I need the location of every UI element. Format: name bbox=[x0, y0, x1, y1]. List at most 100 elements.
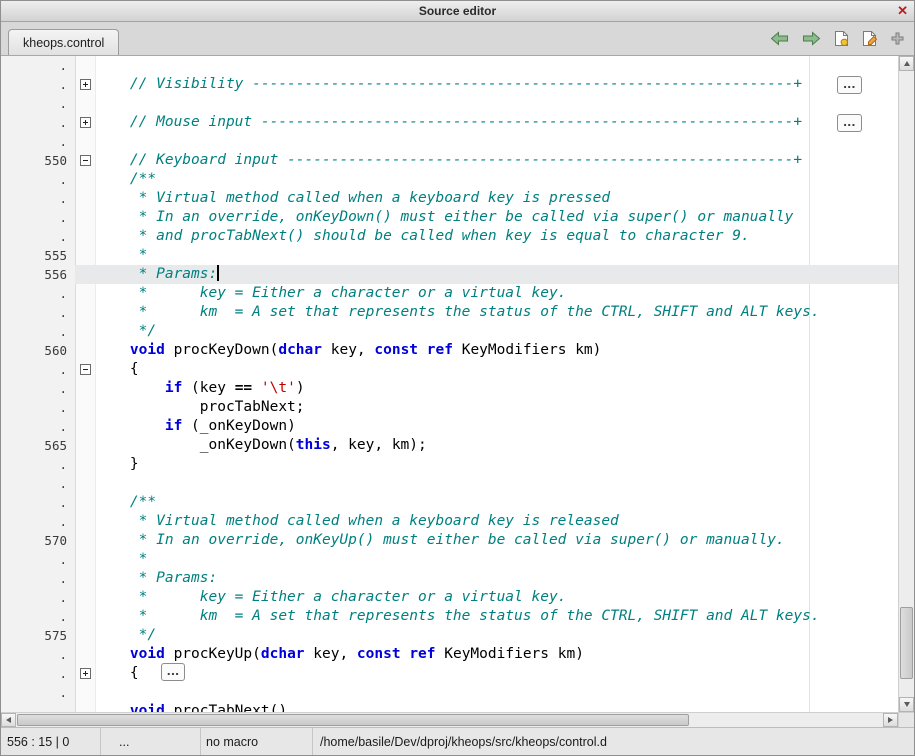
horizontal-scroll-thumb[interactable] bbox=[17, 714, 689, 726]
line-number: . bbox=[1, 284, 75, 303]
fold-ellipsis-badge[interactable]: ... bbox=[161, 663, 186, 681]
status-bar: 556 : 15 | 0 ... no macro /home/basile/D… bbox=[1, 727, 914, 755]
code-line[interactable]: 575 */ bbox=[1, 626, 898, 645]
code-line[interactable]: . * Virtual method called when a keyboar… bbox=[1, 512, 898, 531]
fold-ellipsis-badge[interactable]: ... bbox=[837, 114, 862, 132]
code-line[interactable]: . if (_onKeyDown) bbox=[1, 417, 898, 436]
code-text: if (key == '\t') bbox=[95, 379, 898, 398]
fold-gutter-cell bbox=[75, 151, 95, 170]
save-document-button[interactable] bbox=[834, 30, 849, 47]
code-line[interactable]: . bbox=[1, 683, 898, 702]
fold-gutter-cell bbox=[75, 436, 95, 455]
code-text: // Mouse input -------------------------… bbox=[95, 113, 898, 132]
code-line[interactable]: . bbox=[1, 56, 898, 75]
code-line[interactable]: . void procTabNext() bbox=[1, 702, 898, 712]
fold-icon[interactable] bbox=[80, 668, 91, 679]
line-number: . bbox=[1, 398, 75, 417]
code-line[interactable]: . bbox=[1, 132, 898, 151]
detach-button[interactable] bbox=[891, 32, 904, 45]
close-icon[interactable]: ✕ bbox=[897, 2, 908, 19]
line-number: . bbox=[1, 645, 75, 664]
code-line[interactable]: . * In an override, onKeyDown() must eit… bbox=[1, 208, 898, 227]
code-line[interactable]: . // Visibility ------------------------… bbox=[1, 75, 898, 94]
code-line[interactable]: . // Mouse input -----------------------… bbox=[1, 113, 898, 132]
code-line[interactable]: 556 * Params: bbox=[1, 265, 898, 284]
code-text: * key = Either a character or a virtual … bbox=[95, 588, 898, 607]
titlebar[interactable]: Source editor ✕ bbox=[1, 1, 914, 22]
editor[interactable]: .. // Visibility -----------------------… bbox=[1, 56, 914, 712]
code-line[interactable]: 555 * bbox=[1, 246, 898, 265]
fold-gutter-cell bbox=[75, 588, 95, 607]
scroll-up-button[interactable] bbox=[899, 56, 914, 71]
code-line[interactable]: . * key = Either a character or a virtua… bbox=[1, 588, 898, 607]
code-line[interactable]: . /** bbox=[1, 170, 898, 189]
triangle-right-icon bbox=[888, 717, 893, 723]
code-line[interactable]: . void procKeyUp(dchar key, const ref Ke… bbox=[1, 645, 898, 664]
line-number: . bbox=[1, 455, 75, 474]
line-number: . bbox=[1, 550, 75, 569]
fold-gutter-cell bbox=[75, 702, 95, 712]
code-line[interactable]: . bbox=[1, 94, 898, 113]
code-text: * bbox=[95, 550, 898, 569]
fold-ellipsis-badge[interactable]: ... bbox=[837, 76, 862, 94]
code-line[interactable]: 550 // Keyboard input ------------------… bbox=[1, 151, 898, 170]
code-text: * key = Either a character or a virtual … bbox=[95, 284, 898, 303]
fold-icon[interactable] bbox=[80, 117, 91, 128]
arrow-right-icon bbox=[802, 31, 821, 46]
code-text: // Keyboard input ----------------------… bbox=[95, 151, 898, 170]
forward-button[interactable] bbox=[802, 31, 821, 46]
code-text: */ bbox=[95, 322, 898, 341]
code-text bbox=[95, 474, 898, 493]
code-text: /** bbox=[95, 493, 898, 512]
code-line[interactable]: . bbox=[1, 474, 898, 493]
code-line[interactable]: . * km = A set that represents the statu… bbox=[1, 607, 898, 626]
code-line[interactable]: . * Virtual method called when a keyboar… bbox=[1, 189, 898, 208]
code-line[interactable]: . * key = Either a character or a virtua… bbox=[1, 284, 898, 303]
scroll-right-button[interactable] bbox=[883, 713, 898, 727]
code-line[interactable]: . { bbox=[1, 360, 898, 379]
line-number: . bbox=[1, 664, 75, 683]
line-number: . bbox=[1, 322, 75, 341]
line-number: . bbox=[1, 227, 75, 246]
code-line[interactable]: . {... bbox=[1, 664, 898, 683]
fold-icon[interactable] bbox=[80, 364, 91, 375]
fold-gutter-cell bbox=[75, 246, 95, 265]
tab-kheops-control[interactable]: kheops.control bbox=[8, 29, 119, 55]
line-number: . bbox=[1, 113, 75, 132]
line-number: . bbox=[1, 588, 75, 607]
code-line[interactable]: . } bbox=[1, 455, 898, 474]
vertical-scrollbar[interactable] bbox=[898, 56, 914, 712]
plus-icon bbox=[891, 32, 904, 45]
code-line[interactable]: . * Params: bbox=[1, 569, 898, 588]
line-number: . bbox=[1, 379, 75, 398]
code-line[interactable]: . */ bbox=[1, 322, 898, 341]
code-line[interactable]: . if (key == '\t') bbox=[1, 379, 898, 398]
horizontal-scrollbar[interactable] bbox=[1, 712, 914, 727]
status-ellipsis: ... bbox=[101, 728, 201, 755]
fold-gutter-cell bbox=[75, 417, 95, 436]
scroll-left-button[interactable] bbox=[1, 713, 16, 727]
line-number: . bbox=[1, 303, 75, 322]
fold-gutter-cell bbox=[75, 322, 95, 341]
code-text: void procKeyDown(dchar key, const ref Ke… bbox=[95, 341, 898, 360]
back-button[interactable] bbox=[770, 31, 789, 46]
code-line[interactable]: 565 _onKeyDown(this, key, km); bbox=[1, 436, 898, 455]
fold-gutter-cell bbox=[75, 208, 95, 227]
vertical-scroll-thumb[interactable] bbox=[900, 607, 913, 679]
fold-gutter-cell bbox=[75, 455, 95, 474]
edit-document-button[interactable] bbox=[862, 30, 878, 47]
code-line[interactable]: . * bbox=[1, 550, 898, 569]
code-line[interactable]: . /** bbox=[1, 493, 898, 512]
code-line[interactable]: . * and procTabNext() should be called w… bbox=[1, 227, 898, 246]
scroll-down-button[interactable] bbox=[899, 697, 914, 712]
code-line[interactable]: . procTabNext; bbox=[1, 398, 898, 417]
fold-icon[interactable] bbox=[80, 155, 91, 166]
fold-icon[interactable] bbox=[80, 79, 91, 90]
editor-lines: .. // Visibility -----------------------… bbox=[1, 56, 898, 712]
code-line[interactable]: 560 void procKeyDown(dchar key, const re… bbox=[1, 341, 898, 360]
code-line[interactable]: 570 * In an override, onKeyUp() must eit… bbox=[1, 531, 898, 550]
fold-gutter-cell bbox=[75, 227, 95, 246]
code-text: if (_onKeyDown) bbox=[95, 417, 898, 436]
code-line[interactable]: . * km = A set that represents the statu… bbox=[1, 303, 898, 322]
fold-gutter-cell bbox=[75, 284, 95, 303]
